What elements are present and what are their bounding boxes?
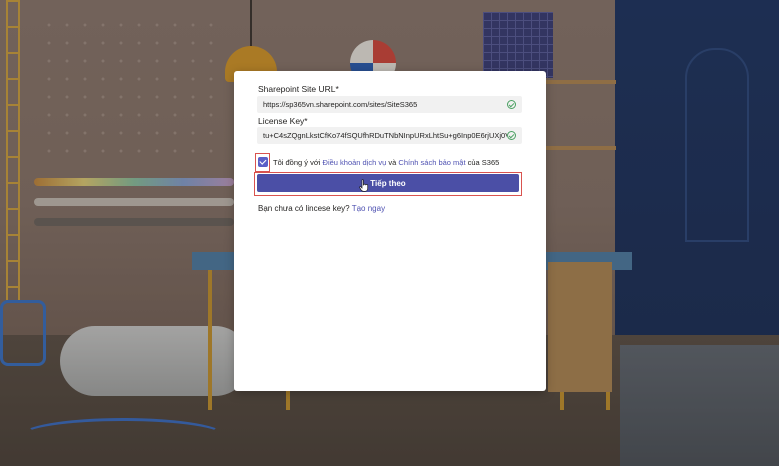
hand-pointer-icon — [359, 179, 369, 192]
site-url-label: Sharepoint Site URL* — [258, 84, 339, 94]
create-key-link[interactable]: Tạo ngay — [352, 204, 385, 213]
no-key-text: Bạn chưa có lincese key? Tạo ngay — [258, 204, 385, 213]
check-circle-icon — [507, 100, 516, 109]
agree-text: Tôi đồng ý với Điều khoản dịch vụ và Chí… — [273, 158, 499, 167]
agree-checkbox[interactable] — [258, 157, 268, 167]
agree-and: và — [386, 158, 399, 167]
no-key-prompt: Bạn chưa có lincese key? — [258, 204, 352, 213]
license-key-value: tu+C4sZQgnLkstCfKo74fSQUfhRDuTNbNInpURxL… — [263, 131, 507, 140]
next-button[interactable]: Tiếp theo — [257, 174, 519, 192]
agree-suffix: của S365 — [465, 158, 500, 167]
terms-link[interactable]: Điều khoản dịch vụ — [323, 158, 387, 167]
license-key-label: License Key* — [258, 116, 308, 126]
site-url-field[interactable]: https://sp365vn.sharepoint.com/sites/Sit… — [257, 96, 522, 113]
license-dialog: Sharepoint Site URL* https://sp365vn.sha… — [234, 71, 546, 391]
license-key-field[interactable]: tu+C4sZQgnLkstCfKo74fSQUfhRDuTNbNInpURxL… — [257, 127, 522, 144]
site-url-value: https://sp365vn.sharepoint.com/sites/Sit… — [263, 100, 418, 109]
privacy-link[interactable]: Chính sách bảo mật — [398, 158, 465, 167]
check-circle-icon — [507, 131, 516, 140]
agree-prefix: Tôi đồng ý với — [273, 158, 323, 167]
